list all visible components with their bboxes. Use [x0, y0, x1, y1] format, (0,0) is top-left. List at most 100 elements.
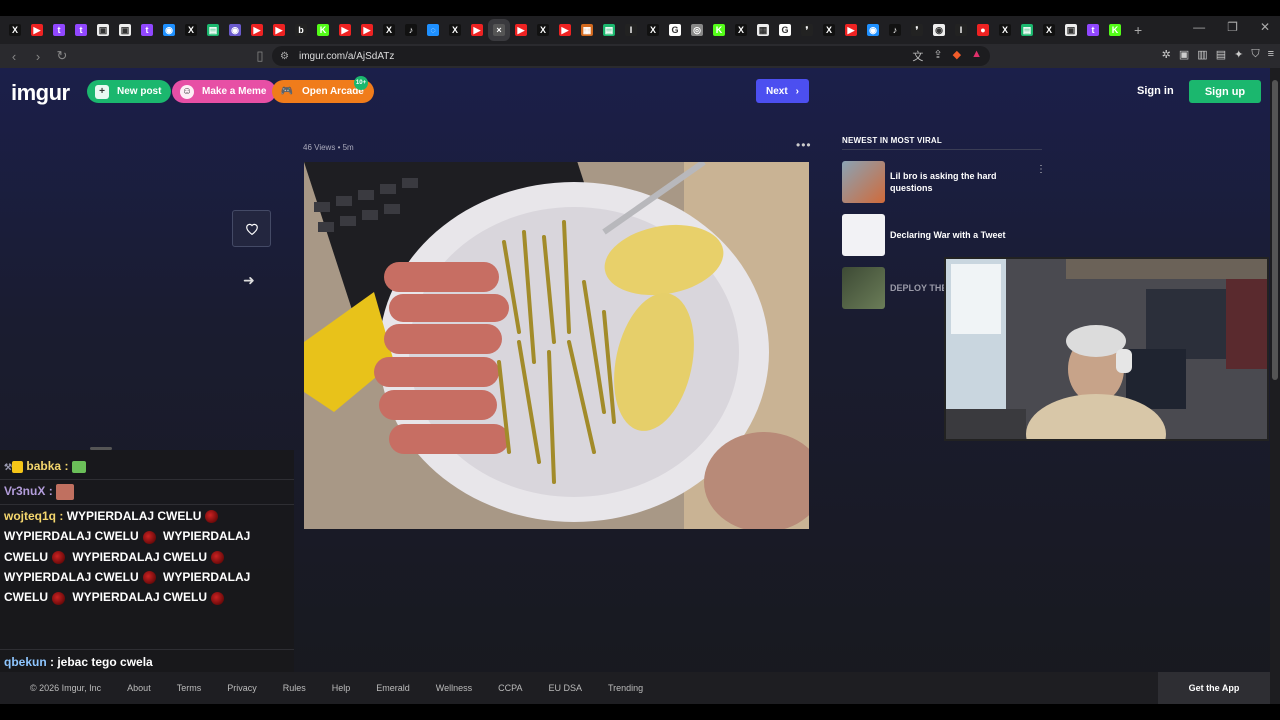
footer-link[interactable]: Wellness [436, 683, 472, 693]
vpn-icon[interactable]: ⛉ [1251, 48, 1259, 61]
browser-tab[interactable]: G [664, 19, 686, 41]
address-bar[interactable]: ⚙ imgur.com/a/AjSdATz 文 ⇪ ◆ ▲ [272, 46, 990, 66]
browser-tab[interactable]: ▣ [92, 19, 114, 41]
chat-resize-handle[interactable] [90, 447, 112, 450]
browser-tab[interactable]: ◉ [158, 19, 180, 41]
get-app-button[interactable]: Get the App [1158, 672, 1270, 704]
wallet-icon[interactable]: ▤ [1216, 48, 1226, 61]
browser-tab[interactable]: X [532, 19, 554, 41]
browser-tab[interactable]: K [312, 19, 334, 41]
browser-tab[interactable]: ▶ [554, 19, 576, 41]
scrollbar-thumb[interactable] [1272, 80, 1278, 380]
browser-tab[interactable]: ❜ [906, 19, 928, 41]
site-settings-icon[interactable]: ⚙ [280, 51, 289, 62]
next-button[interactable]: Next › [756, 79, 809, 103]
browser-tab[interactable]: ▶ [334, 19, 356, 41]
browser-tab[interactable]: ▤ [598, 19, 620, 41]
browser-tab[interactable]: X [994, 19, 1016, 41]
browser-tab[interactable]: ▣ [114, 19, 136, 41]
browser-tab[interactable]: X [4, 19, 26, 41]
browser-tab[interactable]: X [180, 19, 202, 41]
browser-tab[interactable]: ▤ [202, 19, 224, 41]
browser-tab[interactable]: ♪ [884, 19, 906, 41]
browser-tab[interactable]: K [1104, 19, 1126, 41]
chat-username[interactable]: wojteq1q [4, 509, 56, 523]
browser-tab[interactable]: ▶ [246, 19, 268, 41]
browser-tab[interactable]: ▶ [356, 19, 378, 41]
browser-tab[interactable]: ❜ [796, 19, 818, 41]
browser-tab[interactable]: ▶ [268, 19, 290, 41]
vertical-dots-icon[interactable]: ⋮ [1036, 164, 1046, 175]
browser-tab[interactable]: ♪ [400, 19, 422, 41]
newest-item[interactable]: Lil bro is asking the hard questions [842, 161, 1042, 203]
make-meme-button[interactable]: ☺ Make a Meme [172, 80, 277, 103]
footer-link[interactable]: About [127, 683, 151, 693]
browser-tab[interactable]: X [378, 19, 400, 41]
browser-tab[interactable]: ▶ [510, 19, 532, 41]
footer-link[interactable]: EU DSA [548, 683, 582, 693]
new-tab-icon[interactable]: + [1134, 22, 1142, 38]
minimize-icon[interactable]: — [1193, 20, 1205, 34]
browser-tab[interactable]: ● [972, 19, 994, 41]
footer-link[interactable]: Rules [283, 683, 306, 693]
extensions-icon[interactable]: ✲ [1162, 48, 1171, 61]
browser-tab[interactable]: t [48, 19, 70, 41]
restore-icon[interactable]: ❐ [1227, 20, 1238, 34]
footer-link[interactable]: Trending [608, 683, 643, 693]
browser-tab[interactable]: t [1082, 19, 1104, 41]
browser-tab[interactable]: ▦ [576, 19, 598, 41]
more-options-icon[interactable]: ••• [796, 138, 812, 152]
chat-username[interactable]: babka [26, 459, 61, 473]
browser-tab[interactable]: I [950, 19, 972, 41]
leo-ai-icon[interactable]: ✦ [1234, 48, 1243, 61]
browser-tab[interactable]: ◎ [686, 19, 708, 41]
footer-link[interactable]: CCPA [498, 683, 522, 693]
share-arrow-icon[interactable]: ➜ [243, 272, 255, 289]
bookmark-icon[interactable]: ▯ [250, 46, 270, 66]
chat-username[interactable]: Vr3nuX [4, 484, 45, 498]
post-image[interactable] [304, 162, 809, 529]
browser-tab[interactable]: ▦ [752, 19, 774, 41]
page-scrollbar[interactable] [1270, 68, 1280, 704]
browser-tab[interactable]: ▣ [1060, 19, 1082, 41]
browser-tab[interactable]: ▶ [840, 19, 862, 41]
brave-rewards-icon[interactable]: ▲ [971, 48, 982, 64]
reload-icon[interactable]: ↻ [52, 46, 72, 66]
close-window-icon[interactable]: ✕ [1260, 20, 1270, 34]
browser-tab[interactable]: X [818, 19, 840, 41]
footer-link[interactable]: Terms [177, 683, 202, 693]
screenshot-icon[interactable]: ▣ [1179, 48, 1189, 61]
browser-tab[interactable]: X [1038, 19, 1060, 41]
browser-tab[interactable]: ▶ [466, 19, 488, 41]
browser-tab[interactable]: G [774, 19, 796, 41]
browser-tab[interactable]: I [620, 19, 642, 41]
forward-icon[interactable]: › [28, 46, 48, 66]
menu-icon[interactable]: ≡ [1268, 48, 1274, 61]
browser-tab[interactable]: ◉ [224, 19, 246, 41]
chat-username[interactable]: qbekun [4, 655, 47, 669]
browser-tab[interactable]: ◉ [928, 19, 950, 41]
browser-tab[interactable]: X [642, 19, 664, 41]
sign-up-button[interactable]: Sign up [1189, 80, 1261, 103]
browser-tab[interactable]: b [290, 19, 312, 41]
sidebar-icon[interactable]: ▥ [1197, 48, 1207, 61]
browser-tab[interactable]: ▶ [26, 19, 48, 41]
back-icon[interactable]: ‹ [4, 46, 24, 66]
browser-tab[interactable]: X [444, 19, 466, 41]
browser-tab[interactable]: ▤ [1016, 19, 1038, 41]
newest-item[interactable]: Declaring War with a Tweet [842, 214, 1042, 256]
footer-link[interactable]: Privacy [227, 683, 257, 693]
browser-tab[interactable]: t [70, 19, 92, 41]
footer-link[interactable]: Emerald [376, 683, 410, 693]
browser-tab[interactable]: X [730, 19, 752, 41]
brave-shield-icon[interactable]: ◆ [953, 48, 961, 64]
browser-tab[interactable]: × [488, 19, 510, 41]
browser-tab[interactable]: ◉ [862, 19, 884, 41]
browser-tab[interactable]: t [136, 19, 158, 41]
footer-link[interactable]: Help [332, 683, 351, 693]
browser-tab[interactable]: ◌ [422, 19, 444, 41]
share-icon[interactable]: ⇪ [933, 48, 942, 64]
browser-tab[interactable]: K [708, 19, 730, 41]
translate-icon[interactable]: 文 [912, 48, 923, 64]
favorite-button[interactable] [232, 210, 271, 247]
